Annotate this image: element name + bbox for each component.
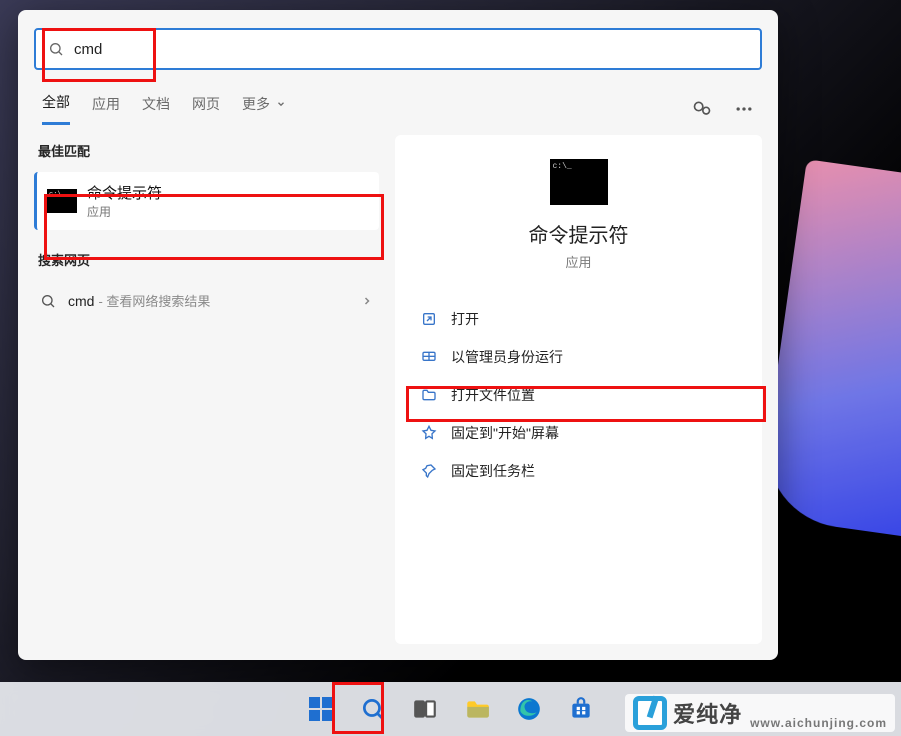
web-search-tail: - 查看网络搜索结果 <box>98 291 210 310</box>
tab-more-label: 更多 <box>242 96 270 112</box>
start-button[interactable] <box>300 688 342 730</box>
best-match-heading: 最佳匹配 <box>38 141 375 160</box>
search-filter-tabs: 全部 应用 文档 网页 更多 <box>18 78 778 135</box>
action-pin-to-taskbar[interactable]: 固定到任务栏 <box>415 453 742 489</box>
best-match-subtitle: 应用 <box>87 203 162 220</box>
searchbar-container <box>18 10 778 78</box>
chevron-down-icon <box>276 99 286 109</box>
search-icon <box>40 293 56 309</box>
web-search-result[interactable]: cmd - 查看网络搜索结果 <box>34 281 379 320</box>
shield-admin-icon <box>421 349 437 365</box>
watermark: 爱纯净 www.aichunjing.com <box>625 694 895 732</box>
action-open-label: 打开 <box>451 309 479 329</box>
best-match-result[interactable]: 命令提示符 应用 <box>34 172 379 230</box>
action-run-as-admin-label: 以管理员身份运行 <box>451 347 563 367</box>
store-icon <box>568 696 594 722</box>
windows-logo-icon <box>309 697 333 721</box>
tab-documents[interactable]: 文档 <box>142 94 170 124</box>
action-pin-to-taskbar-label: 固定到任务栏 <box>451 461 535 481</box>
action-open-file-location[interactable]: 打开文件位置 <box>415 377 742 413</box>
action-open[interactable]: 打开 <box>415 301 742 337</box>
pin-icon <box>421 425 437 441</box>
folder-icon <box>421 387 437 403</box>
chevron-right-icon <box>361 295 373 307</box>
task-view-button[interactable] <box>404 688 446 730</box>
desktop-wallpaper-accent <box>757 159 901 541</box>
windows-search-panel: 全部 应用 文档 网页 更多 最佳匹配 命令提示符 应用 搜索网页 <box>18 10 778 660</box>
action-run-as-admin[interactable]: 以管理员身份运行 <box>415 339 742 375</box>
action-pin-to-start-label: 固定到"开始"屏幕 <box>451 423 559 443</box>
tab-web[interactable]: 网页 <box>192 94 220 124</box>
edge-icon <box>516 696 542 722</box>
action-pin-to-start[interactable]: 固定到"开始"屏幕 <box>415 415 742 451</box>
cmd-icon-large <box>550 159 608 205</box>
action-open-file-location-label: 打开文件位置 <box>451 385 535 405</box>
searchbar[interactable] <box>34 28 762 70</box>
microsoft-store-button[interactable] <box>560 688 602 730</box>
preview-title: 命令提示符 <box>529 219 629 248</box>
search-web-heading: 搜索网页 <box>38 250 375 269</box>
best-match-title: 命令提示符 <box>87 182 162 203</box>
edge-browser-button[interactable] <box>508 688 550 730</box>
feedback-icon[interactable] <box>692 99 712 119</box>
preview-subtitle: 应用 <box>565 252 591 271</box>
pin-icon <box>421 463 437 479</box>
search-icon <box>48 41 64 57</box>
search-icon <box>360 696 386 722</box>
watermark-domain: www.aichunjing.com <box>750 716 887 730</box>
taskbar-search-button[interactable] <box>352 688 394 730</box>
file-explorer-button[interactable] <box>456 688 498 730</box>
web-search-query: cmd <box>68 293 94 309</box>
search-input[interactable] <box>74 41 748 58</box>
tab-all[interactable]: 全部 <box>42 92 70 125</box>
preview-pane: 命令提示符 应用 打开 以管理员身份运行 打开文件位置 固定到"开始"屏幕 <box>395 135 762 644</box>
tab-more[interactable]: 更多 <box>242 94 286 124</box>
folder-icon <box>464 696 490 722</box>
cmd-icon <box>47 189 77 213</box>
watermark-text-cn: 爱纯净 <box>673 697 742 729</box>
results-column: 最佳匹配 命令提示符 应用 搜索网页 cmd - 查看网络搜索结果 <box>34 135 379 644</box>
open-icon <box>421 311 437 327</box>
tab-apps[interactable]: 应用 <box>92 94 120 124</box>
watermark-logo-icon <box>633 696 667 730</box>
more-options-icon[interactable] <box>734 99 754 119</box>
task-view-icon <box>412 696 438 722</box>
